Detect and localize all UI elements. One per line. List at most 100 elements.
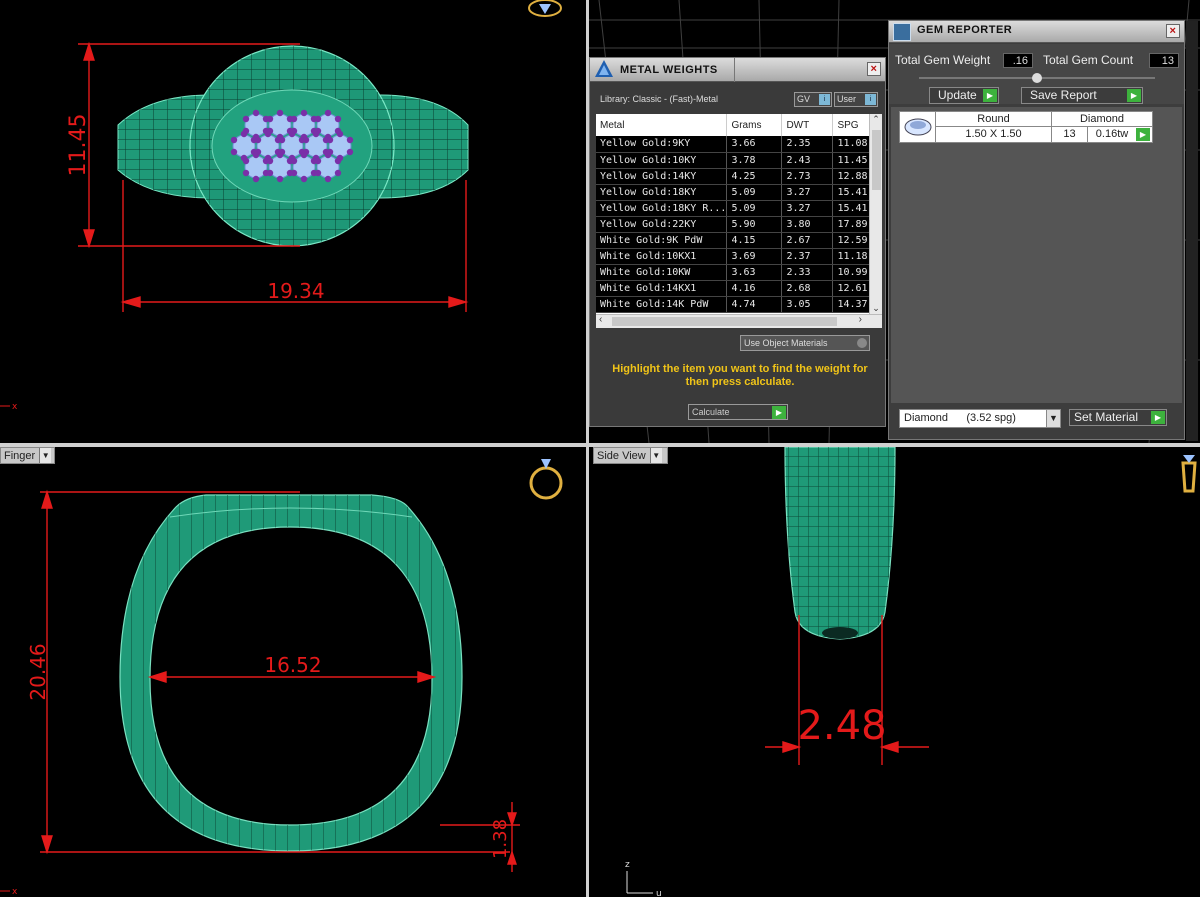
metal-cell: Yellow Gold:10KY bbox=[596, 152, 728, 169]
viewport-label-finger[interactable]: Finger ▼ bbox=[0, 447, 55, 464]
prong bbox=[264, 130, 272, 138]
axis-mark: x bbox=[12, 402, 18, 412]
panel-scrollbar[interactable] bbox=[1186, 21, 1198, 441]
gem-reporter-titlebar[interactable]: GEM REPORTER × bbox=[889, 21, 1184, 43]
prong bbox=[242, 157, 250, 165]
grams-cell: 5.09 bbox=[726, 184, 783, 201]
grams-cell: 5.90 bbox=[726, 216, 783, 233]
prong bbox=[324, 175, 332, 183]
prong bbox=[314, 115, 322, 123]
table-row[interactable]: White Gold:14K PdW 4.74 3.05 14.37 bbox=[596, 296, 874, 313]
spg-cell: 10.99 bbox=[832, 264, 874, 281]
gem-material: Diamond bbox=[1052, 112, 1152, 127]
dwt-cell: 2.68 bbox=[781, 280, 834, 297]
side-view-drawing: 2.48 z u bbox=[625, 447, 1197, 897]
prong bbox=[266, 157, 274, 165]
prong bbox=[278, 136, 286, 144]
prong bbox=[276, 175, 284, 183]
prong bbox=[346, 148, 354, 156]
svg-text:u: u bbox=[656, 889, 662, 897]
update-button[interactable]: Update ▶ bbox=[929, 87, 999, 104]
grams-cell: 5.09 bbox=[726, 200, 783, 217]
gem-shape: Round bbox=[936, 112, 1052, 127]
prong bbox=[326, 136, 334, 144]
table-row[interactable]: Yellow Gold:9KY 3.66 2.35 11.08 bbox=[596, 136, 874, 153]
save-report-button[interactable]: Save Report ▶ bbox=[1021, 87, 1143, 104]
table-row[interactable]: Yellow Gold:14KY 4.25 2.73 12.88 bbox=[596, 168, 874, 185]
prong bbox=[346, 136, 354, 144]
grams-cell: 3.78 bbox=[726, 152, 783, 169]
viewport-label-side-view[interactable]: Side View ▼ bbox=[593, 447, 668, 464]
table-row[interactable]: Yellow Gold:18KY R... 5.09 3.27 15.41 bbox=[596, 200, 874, 217]
scroll-up-icon[interactable]: ⌃ bbox=[870, 114, 882, 125]
dim-width-side: 2.48 bbox=[797, 703, 886, 749]
gem-detail-play-icon[interactable]: ▶ bbox=[1136, 128, 1150, 141]
prong bbox=[324, 151, 332, 159]
metal-weights-panel[interactable]: METAL WEIGHTS × Library: Classic - (Fast… bbox=[589, 57, 886, 427]
gv-toggle[interactable]: GV i bbox=[794, 92, 832, 107]
prong bbox=[252, 109, 260, 117]
table-row[interactable]: Yellow Gold:18KY 5.09 3.27 15.41 bbox=[596, 184, 874, 201]
scroll-right-icon[interactable]: › bbox=[859, 314, 862, 325]
divider-handle-icon[interactable] bbox=[1032, 73, 1042, 83]
use-object-materials-toggle[interactable]: Use Object Materials bbox=[740, 335, 870, 351]
prong bbox=[314, 169, 322, 177]
set-material-button[interactable]: Set Material ▶ bbox=[1069, 409, 1167, 426]
svg-text:z: z bbox=[625, 860, 630, 870]
prong bbox=[240, 130, 248, 138]
metal-weights-titlebar[interactable]: METAL WEIGHTS × bbox=[590, 58, 885, 82]
table-vertical-scrollbar[interactable]: ⌃ ⌄ bbox=[869, 114, 882, 314]
viewport-divider-vertical[interactable] bbox=[586, 0, 589, 897]
scroll-left-icon[interactable]: ‹ bbox=[599, 314, 602, 325]
gem-count: 13 bbox=[1052, 127, 1088, 142]
viewport-side[interactable]: 2.48 z u Side View ▼ bbox=[589, 447, 1200, 897]
gem-list-area[interactable] bbox=[891, 107, 1182, 403]
viewport-divider-horizontal[interactable] bbox=[0, 443, 1200, 447]
scroll-thumb[interactable] bbox=[872, 130, 881, 190]
scroll-down-icon[interactable]: ⌄ bbox=[870, 303, 882, 314]
round-diamond-icon bbox=[900, 112, 936, 142]
close-icon[interactable]: × bbox=[867, 62, 881, 76]
spg-cell: 11.45 bbox=[832, 152, 874, 169]
prong bbox=[254, 136, 262, 144]
dim-width-top: 19.34 bbox=[267, 279, 324, 303]
top-view-drawing: 11.45 19.34 x bbox=[0, 0, 562, 412]
table-row[interactable]: White Gold:9K PdW 4.15 2.67 12.59 bbox=[596, 232, 874, 249]
spg-cell: 15.41 bbox=[832, 200, 874, 217]
user-toggle[interactable]: User i bbox=[834, 92, 878, 107]
toggle-icon bbox=[857, 338, 867, 348]
table-row[interactable]: Yellow Gold:10KY 3.78 2.43 11.45 bbox=[596, 152, 874, 169]
dim-inner-front: 16.52 bbox=[264, 653, 321, 677]
chevron-down-icon: ▼ bbox=[649, 448, 662, 463]
spg-cell: 12.88 bbox=[832, 168, 874, 185]
col-spg[interactable]: SPG bbox=[832, 114, 874, 136]
gem-reporter-panel[interactable]: GEM REPORTER × Total Gem Weight .16 Tota… bbox=[888, 20, 1198, 441]
col-grams[interactable]: Grams bbox=[726, 114, 783, 136]
viewport-front[interactable]: 20.46 16.52 1.38 x Finger ▼ bbox=[0, 447, 586, 897]
axis-x-label: x bbox=[12, 887, 18, 897]
table-row[interactable]: White Gold:14KX1 4.16 2.68 12.61 bbox=[596, 280, 874, 297]
dim-height-front: 20.46 bbox=[26, 643, 50, 700]
calculate-button[interactable]: Calculate ▶ bbox=[688, 404, 788, 420]
metal-table[interactable]: Metal Grams DWT SPG Yellow Gold:9KY 3.66 2… bbox=[596, 114, 882, 328]
table-row[interactable]: Yellow Gold:22KY 5.90 3.80 17.89 bbox=[596, 216, 874, 233]
viewport-top[interactable]: 11.45 19.34 x bbox=[0, 0, 586, 443]
prong bbox=[290, 169, 298, 177]
dwt-cell: 2.37 bbox=[781, 248, 834, 265]
table-row[interactable]: White Gold:10KW 3.63 2.33 10.99 bbox=[596, 264, 874, 281]
table-row[interactable]: White Gold:10KX1 3.69 2.37 11.18 bbox=[596, 248, 874, 265]
close-icon[interactable]: × bbox=[1166, 24, 1180, 38]
spg-cell: 12.61 bbox=[832, 280, 874, 297]
metal-cell: White Gold:10KW bbox=[596, 264, 728, 281]
col-dwt[interactable]: DWT bbox=[781, 114, 834, 136]
scroll-thumb[interactable] bbox=[612, 317, 837, 326]
metal-cell: Yellow Gold:14KY bbox=[596, 168, 728, 185]
dwt-cell: 2.73 bbox=[781, 168, 834, 185]
grams-cell: 3.66 bbox=[726, 136, 783, 153]
table-horizontal-scrollbar[interactable]: ‹ › bbox=[596, 314, 882, 328]
gem-row[interactable]: Round Diamond 1.50 X 1.50 13 0.16tw ▶ bbox=[899, 111, 1153, 143]
material-select[interactable]: Diamond (3.52 spg) ▼ bbox=[899, 409, 1061, 428]
col-metal[interactable]: Metal bbox=[596, 114, 728, 136]
prong bbox=[290, 115, 298, 123]
viewport-perspective[interactable]: METAL WEIGHTS × Library: Classic - (Fast… bbox=[589, 0, 1200, 443]
